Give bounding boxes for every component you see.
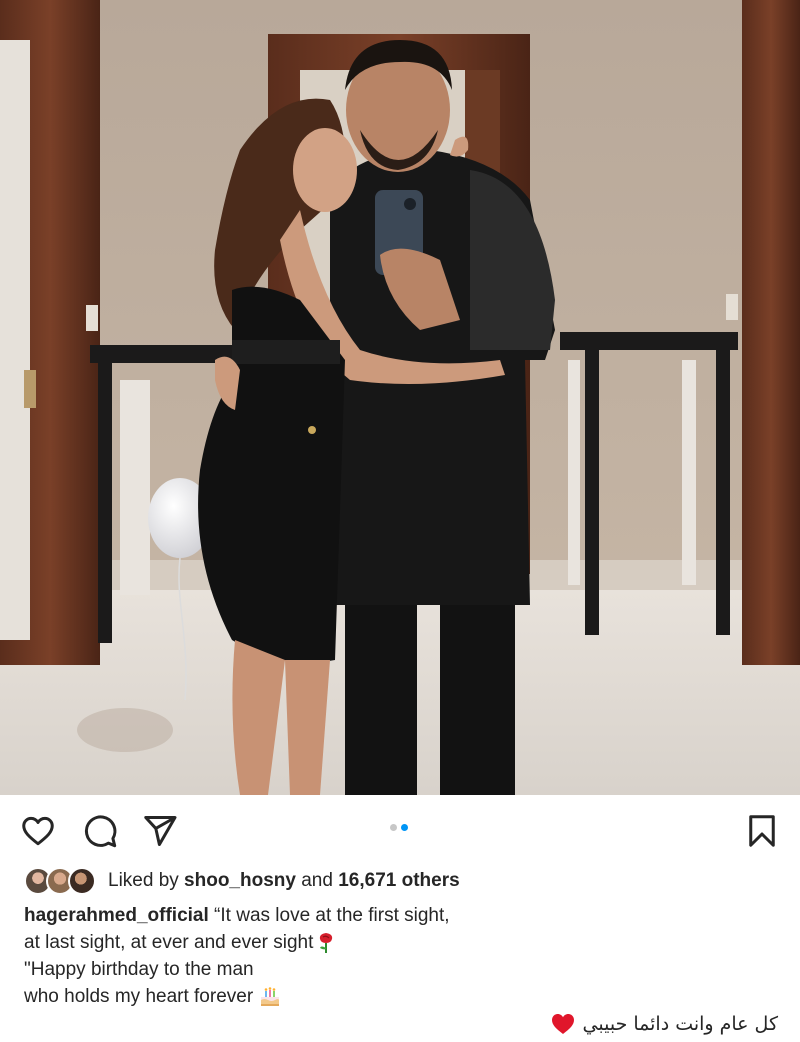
caption-arabic-line: كل عام وانت دائما حبيبي (551, 1010, 778, 1038)
red-heart-emoji-icon (551, 1014, 574, 1034)
paper-plane-icon[interactable] (142, 813, 178, 849)
carousel-indicator (390, 824, 408, 831)
liker-username[interactable]: shoo_hosny (184, 870, 296, 891)
caption-text-1: “It was love at the first sight, (208, 905, 450, 926)
photo-couple-selfie (0, 0, 800, 795)
carousel-dot (390, 824, 397, 831)
caption-arabic-text: كل عام وانت دائما حبيبي (582, 1013, 778, 1035)
carousel-dot-active (401, 824, 408, 831)
likes-row: Liked by shoo_hosny and 16,671 others (24, 866, 460, 896)
liker-avatars[interactable] (24, 867, 96, 895)
rose-emoji-icon (320, 932, 333, 953)
caption-text-4: who holds my heart forever (24, 986, 254, 1007)
caption-line-4: who holds my heart forever (24, 983, 764, 1010)
author-username[interactable]: hagerahmed_official (24, 905, 209, 926)
comment-bubble-icon[interactable] (82, 813, 118, 849)
caption-text-3: "Happy birthday to the man (24, 959, 254, 980)
likes-middle: and (295, 870, 339, 891)
caption-line-1: hagerahmed_official “It was love at the … (24, 902, 764, 929)
birthday-cake-emoji-icon (261, 987, 280, 1006)
caption-line-3: "Happy birthday to the man (24, 956, 764, 983)
post-photo[interactable] (0, 0, 800, 795)
likes-count[interactable]: 16,671 others (338, 870, 459, 891)
likes-prefix: Liked by (108, 870, 185, 891)
heart-outline-icon[interactable] (20, 813, 56, 849)
avatar (68, 867, 96, 895)
instagram-post: Liked by shoo_hosny and 16,671 others ha… (0, 0, 800, 1042)
post-caption: hagerahmed_official “It was love at the … (24, 902, 764, 1010)
action-bar (0, 795, 800, 863)
caption-line-2: at last sight, at ever and ever sight (24, 929, 764, 956)
bookmark-icon[interactable] (744, 813, 780, 849)
likes-text: Liked by shoo_hosny and 16,671 others (108, 870, 460, 892)
caption-text-2: at last sight, at ever and ever sight (24, 932, 314, 953)
